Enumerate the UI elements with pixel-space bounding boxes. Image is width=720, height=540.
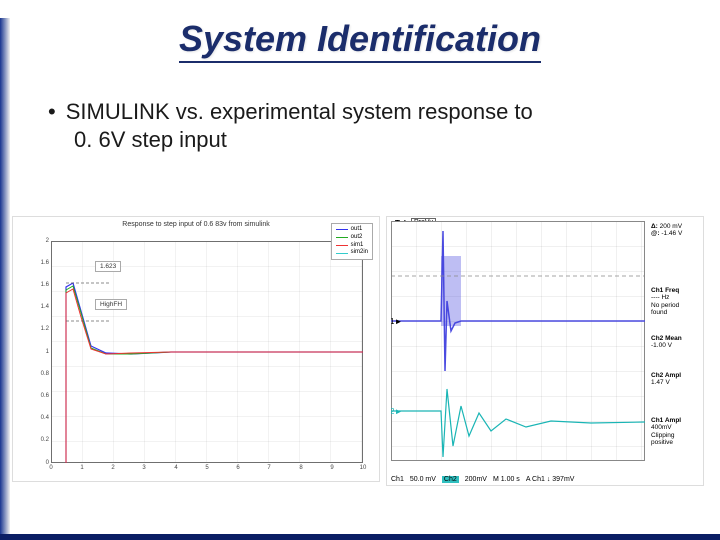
measure-ch1-freq: Ch1 Freq ---- Hz No period found bbox=[651, 287, 701, 317]
oscilloscope-capture: Tek PreVu 1► 2► Δ: 200 mV @: -1.46 V Ch bbox=[386, 216, 704, 486]
x-tick: 8 bbox=[299, 465, 302, 471]
y-tick: 0.8 bbox=[41, 371, 49, 377]
figure-row: Response to step input of 0.6 83v from s… bbox=[12, 216, 720, 486]
y-tick: 0.6 bbox=[41, 393, 49, 399]
scope-footer: Ch1 50.0 mV Ch2 200mV M 1.00 s A Ch1 ↓ 3… bbox=[391, 476, 574, 483]
y-tick: 0.2 bbox=[41, 437, 49, 443]
y-tick: 2 bbox=[46, 238, 49, 244]
scope-trace-svg: 1► 2► bbox=[391, 221, 645, 461]
x-tick: 10 bbox=[360, 465, 367, 471]
x-tick: 9 bbox=[330, 465, 333, 471]
x-tick: 2 bbox=[111, 465, 114, 471]
bullet-marker: • bbox=[48, 99, 56, 124]
measure-ch2-mean: Ch2 Mean -1.00 V bbox=[651, 335, 701, 350]
cursor-readout: Δ: 200 mV @: -1.46 V bbox=[651, 223, 701, 238]
bullet-text: • SIMULINK vs. experimental system respon… bbox=[48, 98, 672, 153]
y-tick: 1.2 bbox=[41, 326, 49, 332]
matlab-plot-title: Response to step input of 0.6 83v from s… bbox=[13, 221, 379, 228]
x-tick: 0 bbox=[49, 465, 52, 471]
y-tick: 1.6 bbox=[41, 260, 49, 266]
x-tick: 5 bbox=[205, 465, 208, 471]
measure-ch1-ampl: Ch1 Ampl 400mV Clipping positive bbox=[651, 417, 701, 447]
left-gradient-bar bbox=[0, 18, 10, 540]
bullet-line1: SIMULINK vs. experimental system respons… bbox=[66, 99, 533, 124]
bullet-line2: 0. 6V step input bbox=[74, 126, 672, 154]
legend-row: out1 bbox=[336, 226, 368, 234]
y-tick: 0.4 bbox=[41, 415, 49, 421]
x-tick: 6 bbox=[236, 465, 239, 471]
svg-text:2►: 2► bbox=[391, 407, 402, 416]
x-tick: 3 bbox=[142, 465, 145, 471]
matlab-plot: Response to step input of 0.6 83v from s… bbox=[12, 216, 380, 482]
measure-ch2-ampl: Ch2 Ampl 1.47 V bbox=[651, 372, 701, 387]
y-tick: 1.6 bbox=[41, 282, 49, 288]
bottom-bar bbox=[0, 534, 720, 540]
x-tick: 4 bbox=[174, 465, 177, 471]
x-tick: 7 bbox=[267, 465, 270, 471]
slide-title: System Identification bbox=[0, 18, 720, 60]
y-tick: 1.4 bbox=[41, 304, 49, 310]
svg-text:1►: 1► bbox=[391, 317, 402, 326]
slide: System Identification • SIMULINK vs. expe… bbox=[0, 18, 720, 540]
y-tick: 1 bbox=[46, 349, 49, 355]
x-tick: 1 bbox=[80, 465, 83, 471]
matlab-trace-svg bbox=[51, 241, 363, 463]
